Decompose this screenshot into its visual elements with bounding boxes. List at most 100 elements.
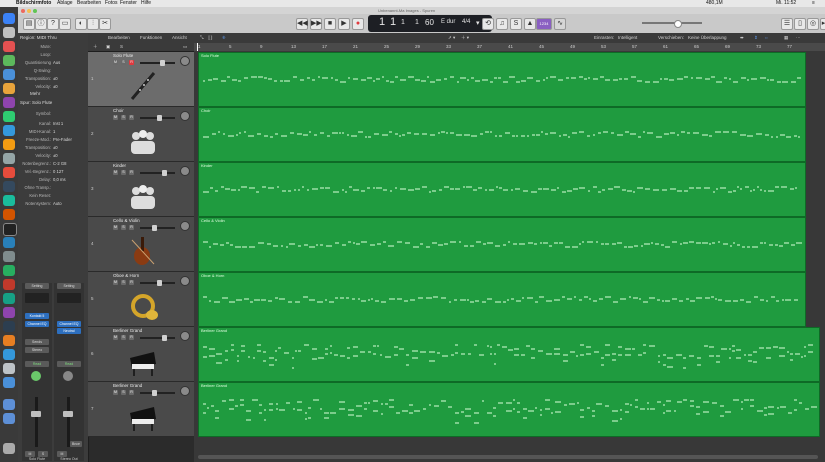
solo-button[interactable]: S	[121, 115, 126, 120]
track-transpose-row[interactable]: Transposition: ±0	[18, 144, 88, 152]
track-name[interactable]: Choir	[113, 108, 124, 113]
track-name[interactable]: Oboe & Horn	[113, 273, 139, 278]
track-freeze-row[interactable]: Freeze-Mod.: Pre-Fader	[18, 136, 88, 144]
playhead[interactable]	[197, 43, 198, 51]
clock[interactable]: Mi. 11:52	[776, 0, 796, 7]
solo-button[interactable]: S	[121, 60, 126, 65]
track-header-5[interactable]: 5 Oboe & Horn M S R	[88, 272, 194, 327]
solo-button[interactable]: S	[121, 225, 126, 230]
menu-icon[interactable]: ≡	[812, 0, 815, 7]
messages-icon[interactable]	[3, 55, 15, 66]
notes-button[interactable]: ▯	[794, 18, 806, 30]
automation-mode[interactable]: Read	[57, 361, 81, 367]
region-transpose-row[interactable]: Transposition: ±0	[18, 75, 88, 83]
record-enable-button[interactable]: R	[129, 280, 134, 285]
pan-knob[interactable]	[31, 371, 41, 381]
region-velocity-row[interactable]: Velocity: ±0	[18, 83, 88, 91]
mute-button[interactable]: M	[113, 335, 118, 340]
mute-button[interactable]: M	[113, 390, 118, 395]
pencil-tool-icon[interactable]: ＋ ▾	[461, 33, 469, 43]
menu-view[interactable]: Ansicht	[172, 33, 187, 43]
pointer-tool-icon[interactable]: ⤡	[200, 33, 204, 43]
app-icon[interactable]	[3, 307, 15, 318]
track-volume-slider[interactable]	[140, 60, 175, 66]
browser-button[interactable]: ▸	[820, 18, 825, 30]
lcd-key[interactable]: E dur	[441, 19, 455, 25]
midi-region[interactable]: Berliner Grand	[198, 382, 820, 437]
expand-icon[interactable]: ⋯	[796, 33, 801, 43]
numbers-icon[interactable]	[3, 111, 15, 122]
app-icon[interactable]	[3, 265, 15, 276]
midi-region[interactable]: Berliner Grand	[198, 327, 820, 382]
logic-icon[interactable]	[3, 223, 17, 236]
solo-button[interactable]: S	[121, 170, 126, 175]
forward-button[interactable]: ▶▶	[310, 18, 322, 30]
track-volume-knob[interactable]	[157, 115, 162, 121]
folder-track-icon[interactable]: ▣	[106, 43, 110, 51]
track-name[interactable]: Cello & Violin	[113, 218, 140, 223]
terminal-icon[interactable]	[3, 181, 15, 192]
calendar-icon[interactable]	[3, 41, 15, 52]
record-enable-button[interactable]: R	[129, 60, 134, 65]
audio-fx-slot[interactable]: Channel EQ	[57, 321, 81, 327]
audio-fx-slot-2[interactable]: Neutral	[57, 328, 81, 334]
track-pan-knob[interactable]	[180, 221, 190, 231]
app-icon[interactable]	[3, 349, 15, 360]
app-menu[interactable]: Bildschirmfoto	[16, 0, 51, 7]
instrument-slot[interactable]: Kontakt 5	[25, 313, 49, 319]
track-name[interactable]: Berliner Grand	[113, 328, 142, 333]
volume-fader[interactable]	[67, 397, 70, 447]
vlc-icon[interactable]	[3, 167, 15, 178]
safari-icon[interactable]	[3, 237, 15, 248]
minimize-window-button[interactable]	[27, 8, 31, 13]
midi-region[interactable]: Solo Flute	[198, 52, 806, 107]
track-volume-knob[interactable]	[157, 280, 162, 286]
finder-icon[interactable]	[3, 13, 15, 24]
track-header-2[interactable]: 2 Choir M S R	[88, 107, 194, 162]
library-button[interactable]: ▤	[23, 18, 35, 30]
track-header-7[interactable]: 7 Berliner Grand M S R	[88, 382, 194, 437]
mute-button[interactable]: M	[113, 280, 118, 285]
close-window-button[interactable]	[21, 8, 25, 13]
track-no-reset-row[interactable]: Kein Reset:	[18, 192, 88, 200]
folder-icon[interactable]	[3, 413, 15, 424]
track-header-3[interactable]: 3 Kinder M S R	[88, 162, 194, 217]
lcd-mode-icon[interactable]: ▾	[476, 19, 480, 27]
mixer-button[interactable]: ⫶	[87, 18, 99, 30]
smart-controls-button[interactable]: ◐	[75, 18, 87, 30]
track-icon-row[interactable]: Symbol:	[18, 110, 88, 118]
app-icon[interactable]	[3, 209, 15, 220]
more-toggle[interactable]: Mehr	[30, 91, 40, 96]
preview-icon[interactable]	[3, 153, 15, 164]
music-icon[interactable]	[3, 97, 15, 108]
track-pan-knob[interactable]	[180, 111, 190, 121]
eq-thumbnail[interactable]	[57, 293, 81, 303]
midi-region[interactable]: Cello & Violin	[198, 217, 806, 272]
automation-mode[interactable]: Read	[25, 361, 49, 367]
pages-icon[interactable]	[3, 139, 15, 150]
solo-button[interactable]: S	[121, 335, 126, 340]
track-view-icon[interactable]: ▭	[183, 43, 187, 51]
track-pan-knob[interactable]	[180, 386, 190, 396]
track-volume-knob[interactable]	[162, 170, 167, 176]
track-pan-knob[interactable]	[180, 331, 190, 341]
lcd-tempo[interactable]: 60	[425, 18, 434, 27]
record-enable-button[interactable]: R	[129, 225, 134, 230]
setting-button[interactable]: Setting	[25, 283, 49, 289]
pan-knob[interactable]	[63, 371, 73, 381]
record-enable-button[interactable]: R	[129, 170, 134, 175]
track-no-transpose-row[interactable]: Ohne Transp.:	[18, 184, 88, 192]
solo-button[interactable]: S	[510, 18, 522, 30]
arrow-tool-icon[interactable]: ➚ ▾	[448, 33, 455, 43]
track-volume-slider[interactable]	[140, 225, 175, 231]
track-pan-knob[interactable]	[180, 56, 190, 66]
solo-button[interactable]: S	[121, 280, 126, 285]
mute-button[interactable]: M	[113, 115, 118, 120]
horizontal-scrollbar[interactable]	[198, 455, 818, 459]
track-header-6[interactable]: 6 Berliner Grand M S R	[88, 327, 194, 382]
midi-region[interactable]: Oboe & Horn	[198, 272, 806, 327]
mute-button[interactable]: M	[113, 60, 118, 65]
bounce-button[interactable]: Bnce	[70, 441, 82, 447]
audio-fx-slot[interactable]: Channel EQ	[25, 321, 49, 327]
trash-icon[interactable]	[3, 443, 15, 454]
